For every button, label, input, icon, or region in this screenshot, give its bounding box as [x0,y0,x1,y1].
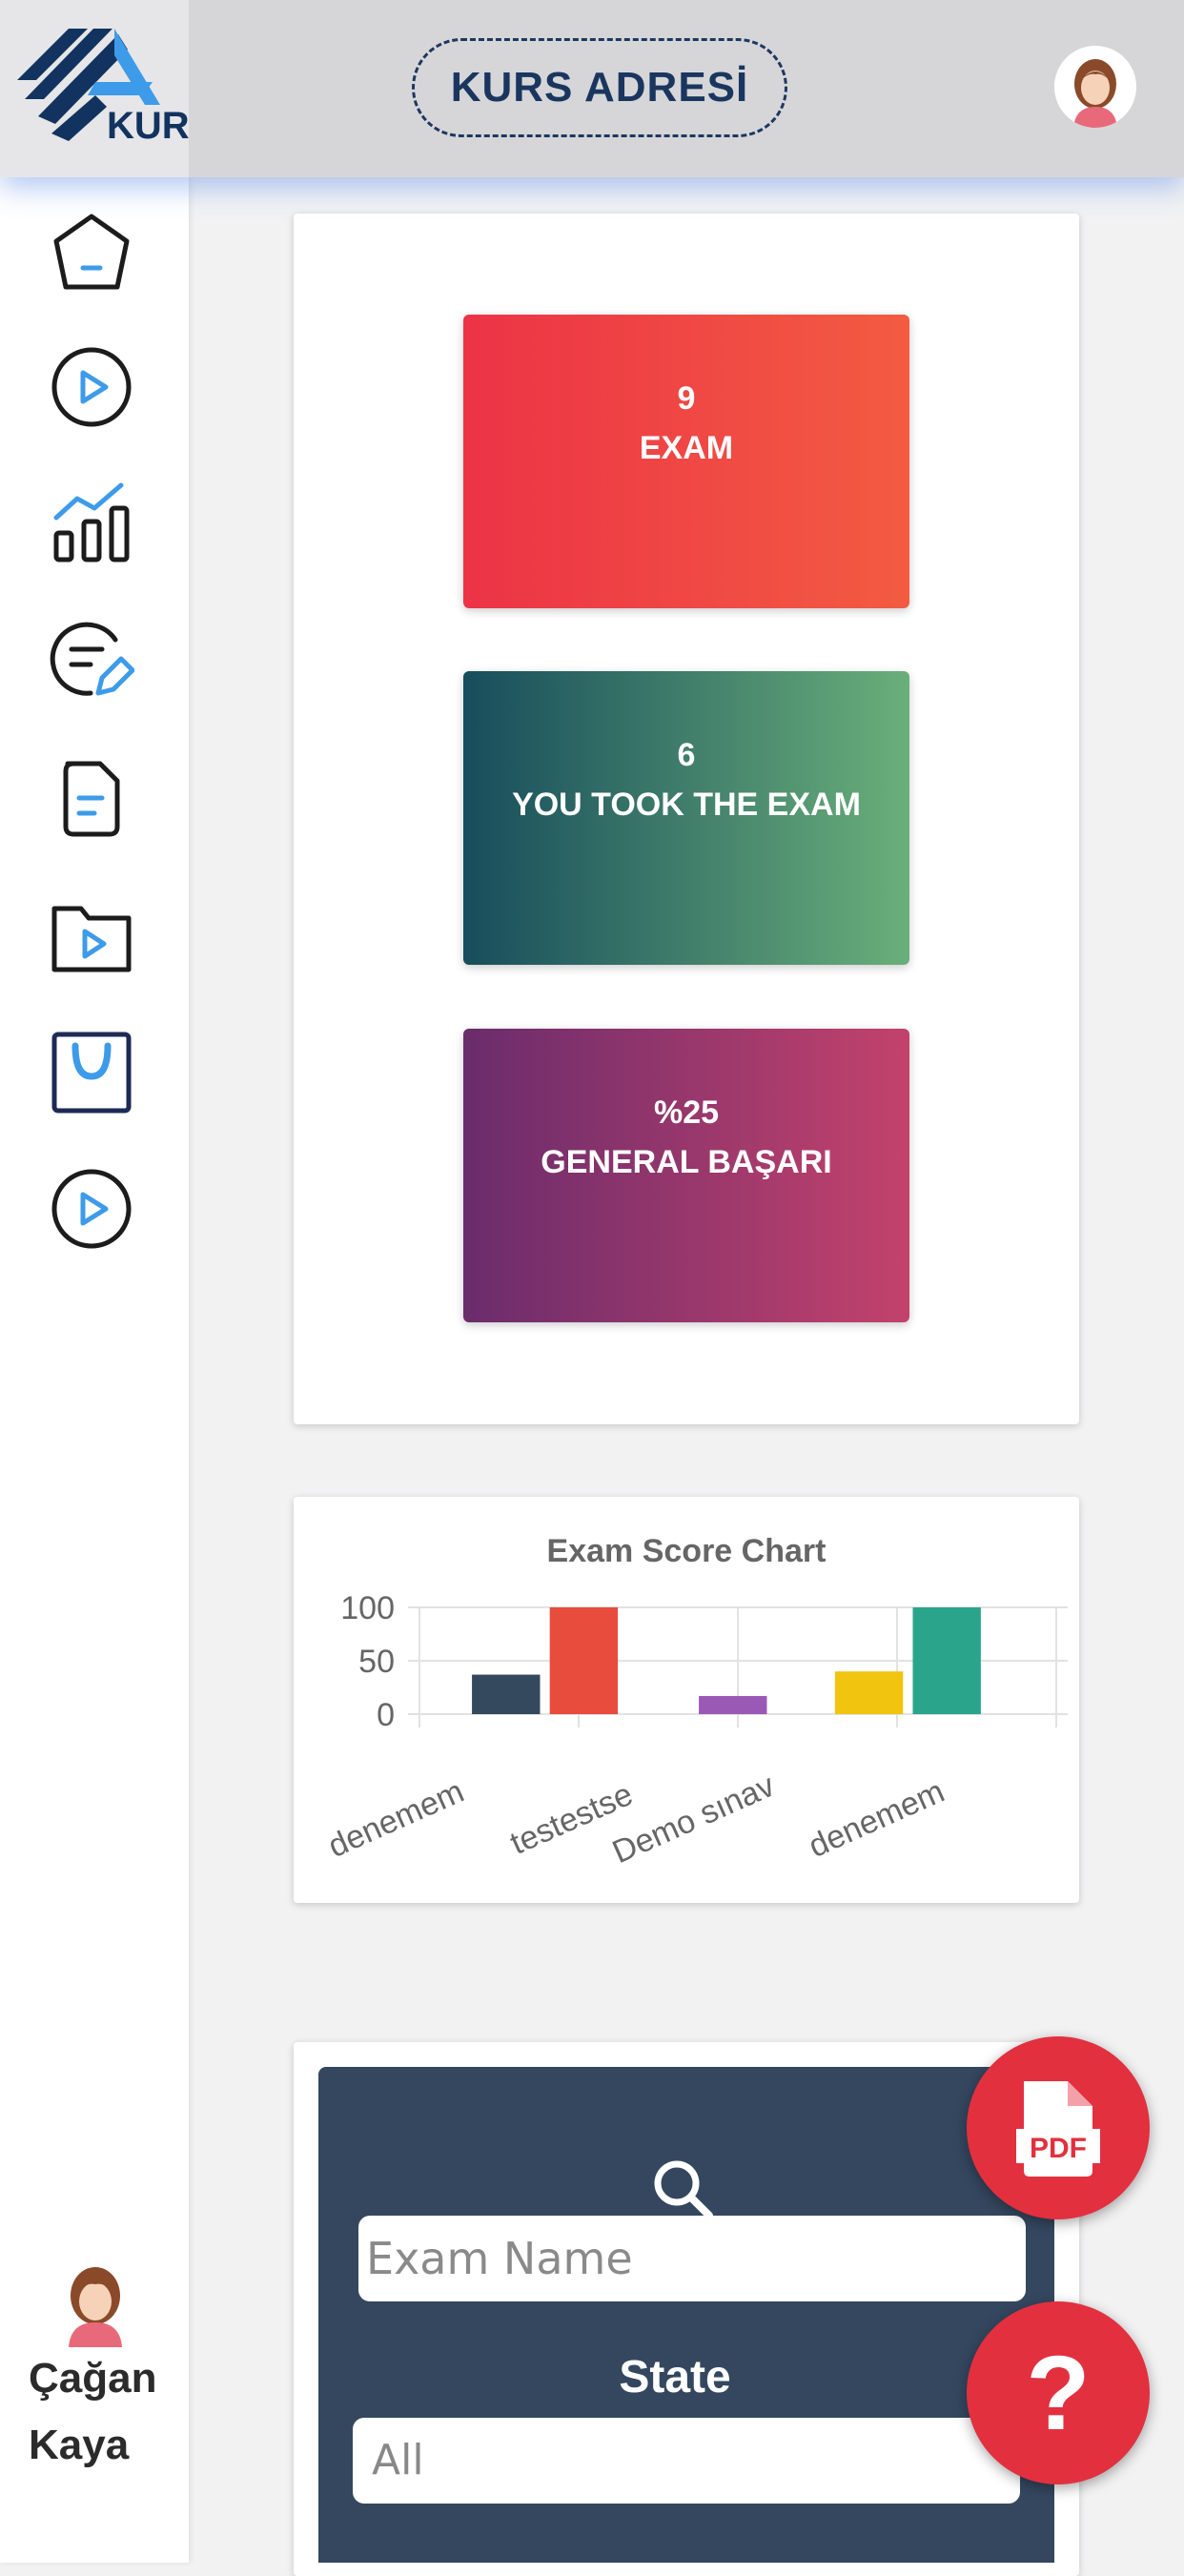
sidebar-item-home[interactable] [46,206,137,297]
chart-bar [699,1695,767,1714]
logo-mark-icon [17,29,160,141]
state-label: State [619,2352,731,2402]
sidebar-item-statistics[interactable] [46,477,137,568]
y-tick-label: 50 [358,1644,395,1680]
profile-avatar[interactable] [1054,46,1136,128]
play-icon [51,1169,132,1249]
course-address-button[interactable]: KURS ADRESİ [412,38,787,137]
home-icon [53,214,130,290]
stat-value: 6 [677,737,696,773]
stat-label: GENERAL BAŞARI [541,1144,832,1180]
sidebar-item-documents[interactable] [46,751,137,843]
pdf-button[interactable]: PDF [967,2036,1150,2219]
sidebar: Çağan Kaya [0,177,189,2563]
chart-title: Exam Score Chart [546,1533,827,1569]
y-tick-label: 0 [377,1697,395,1733]
sidebar-item-video-folder[interactable] [46,890,137,982]
play-icon [51,347,132,427]
logo-text: KUR [107,105,190,147]
stat-card-exams[interactable]: 9 EXAM [463,315,909,608]
sidebar-item-videos-2[interactable] [46,1163,137,1255]
sidebar-item-videos[interactable] [46,341,137,433]
chart-bar [549,1607,619,1714]
stat-value: %25 [653,1094,720,1131]
avatar-icon [1054,46,1136,128]
user-avatar[interactable] [55,2259,135,2347]
chart-bar [472,1674,541,1714]
stats-chart-icon [53,482,130,562]
exam-name-input[interactable] [358,2216,1026,2301]
shopping-bag-icon [51,1032,132,1114]
state-select[interactable]: All [353,2418,1020,2504]
stat-card-success[interactable]: %25 GENERAL BAŞARI [463,1029,909,1322]
logo[interactable]: KUR [0,0,190,177]
chart-bar [912,1607,981,1714]
stat-card-taken[interactable]: 6 YOU TOOK THE EXAM [463,671,909,965]
chart-bar [834,1671,904,1714]
search-icon [654,2160,713,2219]
edit-note-icon [50,622,134,696]
stat-value: 9 [677,380,696,417]
user-last-name: Kaya [29,2422,130,2468]
pdf-file-icon: PDF [1016,2081,1100,2177]
svg-text:PDF: PDF [1030,2133,1087,2164]
x-tick-label: Demo sınav [607,1768,780,1871]
x-tick-label: denemem [804,1773,950,1865]
exam-score-chart: 100500denemem testestseDemo sınav denemem [323,1590,1068,1871]
user-name: Çağan Kaya [29,2345,191,2479]
y-tick-label: 100 [340,1590,395,1626]
video-folder-icon [51,906,132,972]
x-tick-label: denemem [323,1773,470,1865]
user-first-name: Çağan [29,2355,157,2402]
avatar-icon [69,2267,122,2347]
sidebar-item-shop[interactable] [46,1026,137,1117]
help-button[interactable]: ? [967,2301,1150,2484]
stat-label: EXAM [639,430,734,466]
document-icon [63,761,120,837]
state-selected-value: All [372,2436,424,2484]
sidebar-item-notes[interactable] [46,614,137,705]
top-header: KUR KURS ADRESİ [0,0,1184,177]
stat-label: YOU TOOK THE EXAM [512,787,861,823]
